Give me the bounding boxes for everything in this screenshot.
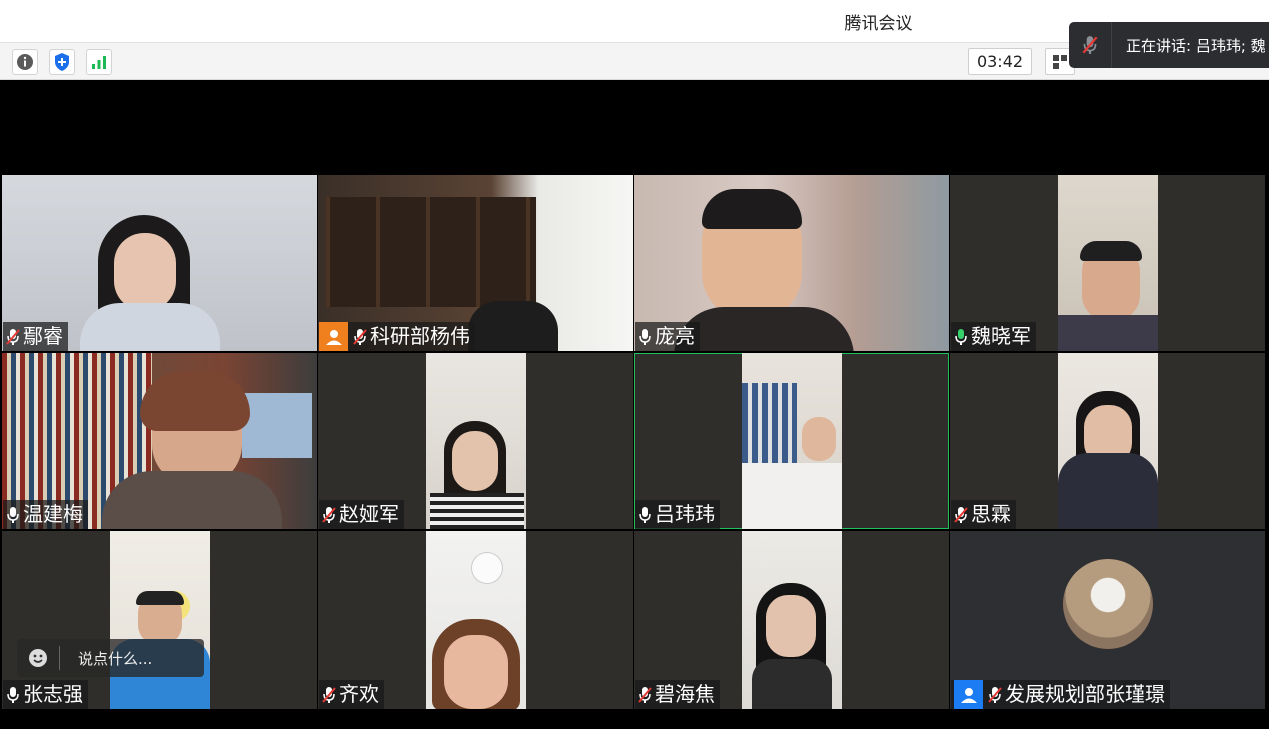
mic-muted-icon xyxy=(638,686,652,704)
mic-muted-icon xyxy=(322,686,336,704)
shield-icon xyxy=(55,53,69,71)
emoji-button[interactable] xyxy=(17,646,60,670)
participant-video xyxy=(1058,353,1158,529)
participant-video xyxy=(742,353,842,529)
participant-name-tag: 鄢睿 xyxy=(3,322,68,351)
active-speaker-toast: 正在讲话: 吕玮玮; 魏 xyxy=(1069,22,1269,68)
participant-name-tag: 吕玮玮 xyxy=(635,500,720,529)
video-tile-5[interactable]: 温建梅 xyxy=(2,353,317,529)
grid-layout-icon xyxy=(1053,55,1067,69)
mic-muted-icon xyxy=(6,328,20,346)
participant-name-tag: 赵娅军 xyxy=(319,500,404,529)
participant-name: 魏晓军 xyxy=(971,324,1031,348)
participant-name-tag: 庞亮 xyxy=(635,322,700,351)
mic-muted-icon[interactable] xyxy=(1069,22,1112,68)
video-tile-1[interactable]: 鄢睿 xyxy=(2,175,317,351)
participant-name: 发展规划部张瑾璟 xyxy=(1005,682,1165,706)
participant-name-tag: 思霖 xyxy=(951,500,1016,529)
chat-placeholder: 说点什么... xyxy=(78,649,153,668)
video-tile-9[interactable]: 张志强 xyxy=(2,531,317,709)
meeting-timer: 03:42 xyxy=(968,48,1032,75)
participant-video xyxy=(742,531,842,709)
video-tile-3[interactable]: 庞亮 xyxy=(634,175,949,351)
mic-muted-icon xyxy=(954,506,968,524)
participant-name: 齐欢 xyxy=(339,682,379,706)
video-tile-8[interactable]: 思霖 xyxy=(950,353,1265,529)
mic-icon xyxy=(6,506,20,524)
info-icon xyxy=(17,54,33,70)
mic-icon xyxy=(638,506,652,524)
chat-input[interactable]: 说点什么... xyxy=(17,639,204,677)
mic-muted-icon xyxy=(988,686,1002,704)
signal-bars-icon xyxy=(92,56,106,69)
participant-video xyxy=(426,531,526,709)
participant-name-tag: 张志强 xyxy=(3,680,88,709)
mic-icon xyxy=(6,686,20,704)
security-button[interactable] xyxy=(49,49,75,75)
participant-video xyxy=(426,353,526,529)
participant-video xyxy=(110,531,210,709)
video-tile-4[interactable]: 魏晓军 xyxy=(950,175,1265,351)
participant-name-tag: 碧海焦 xyxy=(635,680,720,709)
video-tile-10[interactable]: 齐欢 xyxy=(318,531,633,709)
user-avatar-icon xyxy=(954,680,983,709)
participant-name: 张志强 xyxy=(23,682,83,706)
participant-name: 科研部杨伟 xyxy=(370,324,470,348)
mic-speaking-icon xyxy=(954,328,968,346)
participant-name: 赵娅军 xyxy=(339,502,399,526)
video-gallery: 鄢睿 科研部杨伟 庞亮 魏晓军 温建梅 赵娅军 吕玮玮 思霖 张志强 齐欢 碧海… xyxy=(0,80,1269,729)
smiley-icon xyxy=(29,649,47,667)
mic-muted-icon xyxy=(353,328,367,346)
mic-icon xyxy=(638,328,652,346)
meeting-info-button[interactable] xyxy=(12,49,38,75)
video-tile-6[interactable]: 赵娅军 xyxy=(318,353,633,529)
participant-name-tag: 发展规划部张瑾璟 xyxy=(951,680,1170,709)
participant-name-tag: 齐欢 xyxy=(319,680,384,709)
participant-name-tag: 科研部杨伟 xyxy=(319,322,475,351)
participant-name: 碧海焦 xyxy=(655,682,715,706)
video-tile-12[interactable]: 发展规划部张瑾璟 xyxy=(950,531,1265,709)
video-tile-11[interactable]: 碧海焦 xyxy=(634,531,949,709)
participant-name: 鄢睿 xyxy=(23,324,63,348)
participant-name: 思霖 xyxy=(971,502,1011,526)
participant-name: 吕玮玮 xyxy=(655,502,715,526)
participant-video xyxy=(1058,175,1158,351)
user-avatar-icon xyxy=(319,322,348,351)
network-signal-button[interactable] xyxy=(86,49,112,75)
participant-name: 庞亮 xyxy=(655,324,695,348)
mic-muted-icon xyxy=(322,506,336,524)
profile-picture-cat xyxy=(1063,559,1153,649)
participant-name-tag: 魏晓军 xyxy=(951,322,1036,351)
video-tile-2[interactable]: 科研部杨伟 xyxy=(318,175,633,351)
video-tile-7-active-speaker[interactable]: 吕玮玮 xyxy=(634,353,949,529)
participant-name-tag: 温建梅 xyxy=(3,500,88,529)
speaker-text: 正在讲话: 吕玮玮; 魏 xyxy=(1126,36,1266,55)
participant-name: 温建梅 xyxy=(23,502,83,526)
